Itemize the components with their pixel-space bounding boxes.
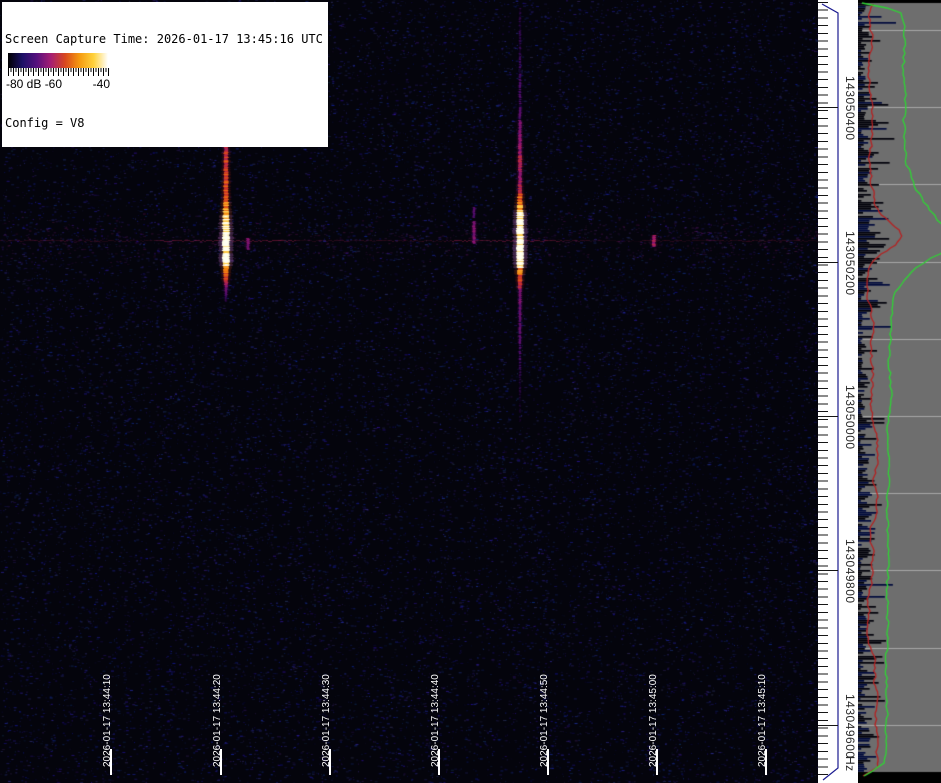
time-label-text: 2026-01-17 13:44:10 — [102, 674, 113, 767]
freq-label: 143050000 — [843, 385, 857, 450]
time-label-text: 2026-01-17 13:44:40 — [430, 674, 441, 767]
legend-label-right: -40 — [93, 77, 110, 91]
capture-time-text: Screen Capture Time: 2026-01-17 13:45:16… — [5, 32, 323, 46]
freq-major-tick — [818, 570, 838, 571]
spectrum-panel[interactable] — [858, 0, 941, 783]
time-label-text: 2026-01-17 13:44:20 — [212, 674, 223, 767]
app: { "info_box": { "line1": "Screen Capture… — [0, 0, 941, 783]
legend-tick-marks-minor — [8, 68, 109, 72]
time-label: 2026-01-17 13:44:20 — [220, 653, 236, 783]
time-label-text: 2026-01-17 13:45:00 — [648, 674, 659, 767]
time-label-text: 2026-01-17 13:44:00 — [0, 674, 1, 767]
time-label: 2026-01-17 13:44:10 — [110, 653, 126, 783]
color-scale-legend: -80 dB -60 -40 — [3, 51, 113, 95]
time-label: 2026-01-17 13:44:50 — [547, 653, 563, 783]
legend-labels: -80 dB -60 -40 — [6, 77, 110, 91]
freq-label: 143050200 — [843, 231, 857, 296]
freq-major-tick — [818, 262, 838, 263]
freq-major-tick — [818, 107, 838, 108]
freq-major-tick — [818, 416, 838, 417]
time-label: 2026-01-17 13:44:40 — [438, 653, 454, 783]
freq-label: 143050400 — [843, 76, 857, 141]
freq-label: 143049800 — [843, 539, 857, 604]
time-label: 2026-01-17 13:45:00 — [656, 653, 672, 783]
config-text: Config = V8 — [5, 116, 323, 130]
freq-label: 143049600 — [843, 694, 857, 759]
time-label: 2026-01-17 13:44:00 — [0, 653, 14, 783]
time-label-text: 2026-01-17 13:45:10 — [757, 674, 768, 767]
colormap-gradient — [8, 53, 108, 68]
time-label-text: 2026-01-17 13:44:30 — [321, 674, 332, 767]
time-label-text: 2026-01-17 13:44:50 — [539, 674, 550, 767]
time-label: 2026-01-17 13:44:30 — [329, 653, 345, 783]
time-label: 2026-01-17 13:45:10 — [765, 653, 781, 783]
freq-major-tick — [818, 725, 838, 726]
legend-label-left: -80 dB -60 — [6, 77, 62, 91]
freq-unit-label: Hz — [843, 756, 857, 772]
